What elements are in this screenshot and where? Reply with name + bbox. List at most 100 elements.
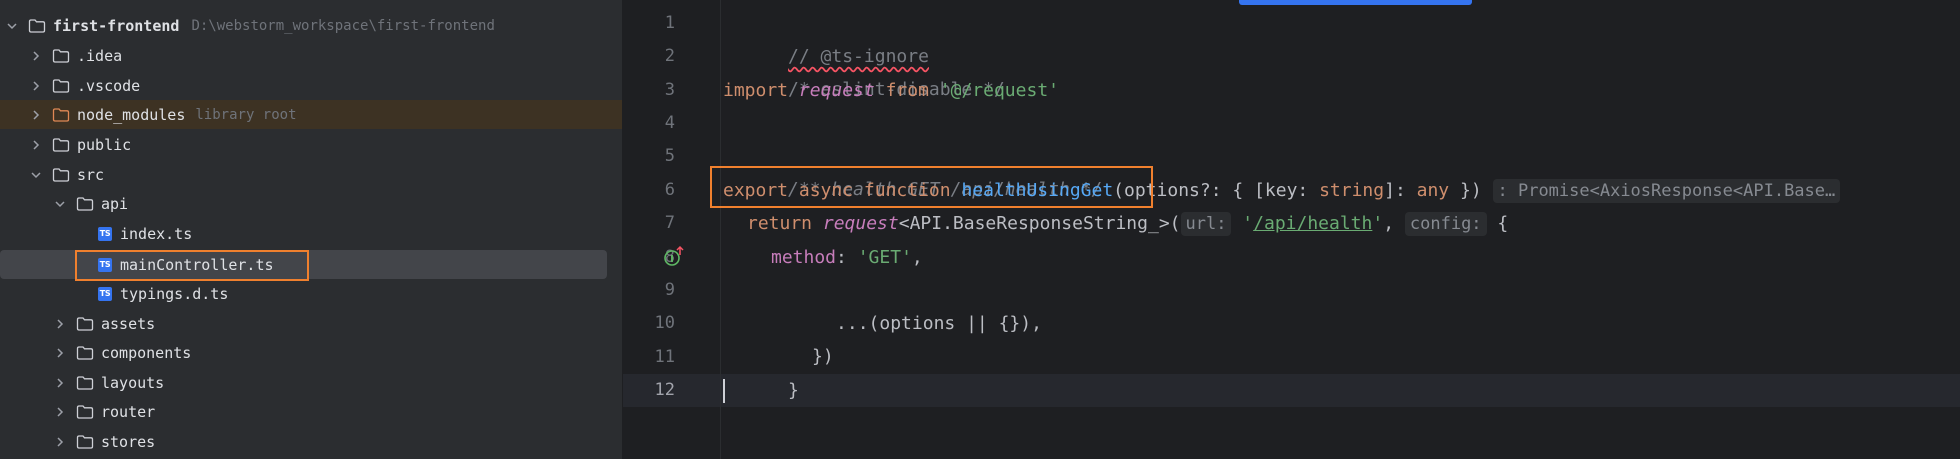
keyword: function — [863, 180, 951, 201]
chevron-right-icon[interactable] — [52, 434, 68, 450]
folder-icon — [76, 404, 94, 419]
line-number-gutter: 1 2 3 4 5 6 7 8 9 10 11 12 I — [623, 0, 720, 459]
line-number: 2 — [664, 46, 675, 66]
tree-item-label: .idea — [77, 46, 123, 65]
tree-item-typings-d-ts[interactable]: TS typings.d.ts — [0, 279, 607, 308]
excluded-folder-icon — [52, 107, 70, 122]
code-text: } — [788, 380, 799, 401]
tree-item-label: typings.d.ts — [120, 284, 229, 303]
folder-icon — [52, 48, 70, 63]
keyword: import — [723, 80, 789, 101]
code-line-1[interactable]: // @ts-ignore — [723, 7, 929, 67]
code-line-7[interactable]: return request<API.BaseResponseString_>(… — [747, 207, 1508, 240]
keyword: export — [723, 180, 789, 201]
tree-item-label: index.ts — [120, 224, 193, 243]
folder-icon — [52, 167, 70, 182]
root-folder-path: D:\webstorm_workspace\first-frontend — [191, 17, 495, 34]
code-text: : — [836, 247, 858, 268]
text-caret — [723, 379, 725, 403]
url-string-link[interactable]: /api/health — [1253, 213, 1372, 234]
code-line-9[interactable]: ...(options || {}), — [771, 274, 1042, 334]
tree-item-node-modules[interactable]: node_modules library root — [0, 100, 622, 129]
chevron-right-icon[interactable] — [28, 107, 44, 123]
typescript-file-icon: TS — [98, 286, 112, 301]
code-text: { — [1486, 213, 1509, 234]
chevron-down-icon[interactable] — [4, 18, 20, 34]
line-number: 10 — [654, 313, 675, 333]
return-type-inlay-hint[interactable]: : Promise<AxiosResponse<API.Base… — [1492, 179, 1841, 203]
chevron-down-icon[interactable] — [28, 167, 44, 183]
code-text: }) — [1449, 180, 1482, 201]
tree-root[interactable]: first-frontend D:\webstorm_workspace\fir… — [0, 11, 607, 40]
line-number: 4 — [664, 113, 675, 133]
folder-icon — [76, 345, 94, 360]
code-line-8[interactable]: method: 'GET', — [771, 241, 923, 274]
folder-icon — [52, 78, 70, 93]
string-literal: '@/request' — [939, 80, 1059, 101]
tree-item-api[interactable]: api — [0, 189, 607, 218]
typescript-file-icon: TS — [98, 257, 112, 272]
line-number: 3 — [664, 80, 675, 100]
chevron-right-icon[interactable] — [52, 404, 68, 420]
type-keyword: any — [1416, 180, 1450, 201]
chevron-right-icon[interactable] — [52, 316, 68, 332]
tree-item-idea[interactable]: .idea — [0, 41, 607, 70]
folder-icon — [76, 196, 94, 211]
code-line-10[interactable]: }) — [747, 307, 834, 367]
code-line-6[interactable]: export async function healthUsingGet(opt… — [723, 174, 1841, 207]
tree-item-label: src — [77, 165, 105, 184]
string-quote: ' — [1372, 213, 1384, 234]
code-text: ]: — [1384, 180, 1417, 201]
code-line-3[interactable]: import request from '@/request' — [723, 74, 1059, 107]
code-editor[interactable]: 1 2 3 4 5 6 7 8 9 10 11 12 I // @ts-igno… — [623, 0, 1960, 459]
keyword: async — [798, 180, 854, 201]
library-root-hint: library root — [195, 106, 297, 123]
line-number: 7 — [664, 213, 675, 233]
string-quote: ' — [1242, 213, 1254, 234]
tree-item-router[interactable]: router — [0, 397, 607, 426]
svg-text:I: I — [670, 254, 674, 265]
code-line-5[interactable]: /** health GET /api/health */ — [723, 140, 1102, 200]
tree-item-vscode[interactable]: .vscode — [0, 71, 607, 100]
tree-item-stores[interactable]: stores — [0, 427, 607, 456]
tree-item-assets[interactable]: assets — [0, 309, 607, 338]
tree-item-label: router — [101, 402, 156, 421]
tree-item-main-controller-ts[interactable]: TS mainController.ts — [0, 250, 607, 279]
line-number: 12 — [654, 380, 675, 400]
param-inlay-hint: config: — [1404, 212, 1487, 236]
ide-window: first-frontend D:\webstorm_workspace\fir… — [0, 0, 1960, 459]
root-folder-name: first-frontend — [53, 16, 180, 35]
string-literal: 'GET' — [857, 247, 912, 268]
chevron-right-icon[interactable] — [28, 78, 44, 94]
tree-item-label: mainController.ts — [120, 255, 274, 274]
property: method — [771, 247, 837, 268]
chevron-right-icon[interactable] — [28, 137, 44, 153]
current-line-highlight — [623, 374, 1960, 407]
code-text: ...(options || {}), — [836, 313, 1042, 334]
code-text: <API.BaseResponseString_>( — [898, 213, 1181, 234]
chevron-right-icon[interactable] — [52, 345, 68, 361]
gutter-separator — [720, 0, 721, 459]
line-number: 11 — [654, 347, 675, 367]
keyword: return — [747, 213, 813, 234]
folder-icon — [52, 137, 70, 152]
tree-item-src[interactable]: src — [0, 160, 607, 189]
typescript-file-icon: TS — [98, 226, 112, 241]
chevron-right-icon[interactable] — [28, 48, 44, 64]
identifier: request — [822, 213, 899, 234]
chevron-right-icon[interactable] — [52, 375, 68, 391]
chevron-down-icon[interactable] — [52, 196, 68, 212]
line-number: 1 — [664, 13, 675, 33]
tree-item-label: assets — [101, 314, 156, 333]
folder-icon — [76, 316, 94, 331]
tree-item-public[interactable]: public — [0, 130, 607, 159]
tree-item-layouts[interactable]: layouts — [0, 368, 607, 397]
code-line-11[interactable]: } — [723, 341, 799, 401]
code-line-2[interactable]: /* eslint-disable */ — [723, 40, 1005, 100]
tree-item-index-ts[interactable]: TS index.ts — [0, 219, 607, 248]
identifier: request — [798, 80, 875, 101]
horizontal-scroll-indicator[interactable] — [1239, 0, 1472, 5]
tree-item-components[interactable]: components — [0, 338, 607, 367]
tree-item-label: layouts — [101, 373, 165, 392]
implemented-method-icon[interactable]: I — [663, 245, 687, 269]
